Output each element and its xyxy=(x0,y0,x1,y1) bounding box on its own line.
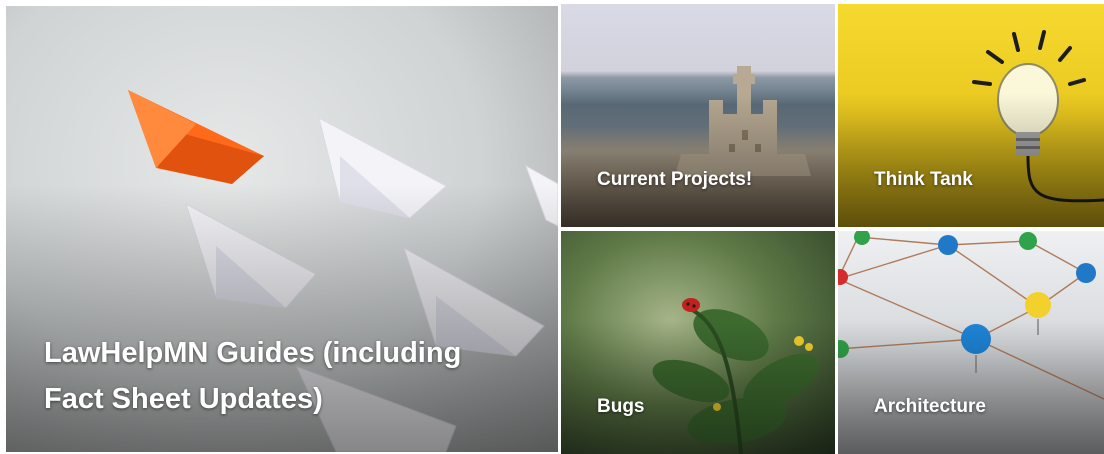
tile-title: LawHelpMN Guides (including Fact Sheet U… xyxy=(44,337,462,415)
tile-think-tank[interactable]: Think Tank xyxy=(838,4,1104,227)
tile-title: Bugs xyxy=(597,396,645,417)
tile-bugs[interactable]: Bugs xyxy=(561,231,835,454)
tile-architecture[interactable]: Architecture xyxy=(838,231,1104,454)
title-shade xyxy=(561,320,835,454)
hero-tiles-grid: LawHelpMN Guides (including Fact Sheet U… xyxy=(0,0,1104,454)
tile-title: Think Tank xyxy=(874,169,973,190)
tile-title: Architecture xyxy=(874,396,986,417)
title-shade xyxy=(838,93,1104,227)
tile-title: Current Projects! xyxy=(597,169,753,190)
tile-lawhelpmn-guides[interactable]: LawHelpMN Guides (including Fact Sheet U… xyxy=(6,6,558,452)
title-shade xyxy=(838,320,1104,454)
title-shade xyxy=(561,93,835,227)
tile-current-projects[interactable]: Current Projects! xyxy=(561,4,835,227)
